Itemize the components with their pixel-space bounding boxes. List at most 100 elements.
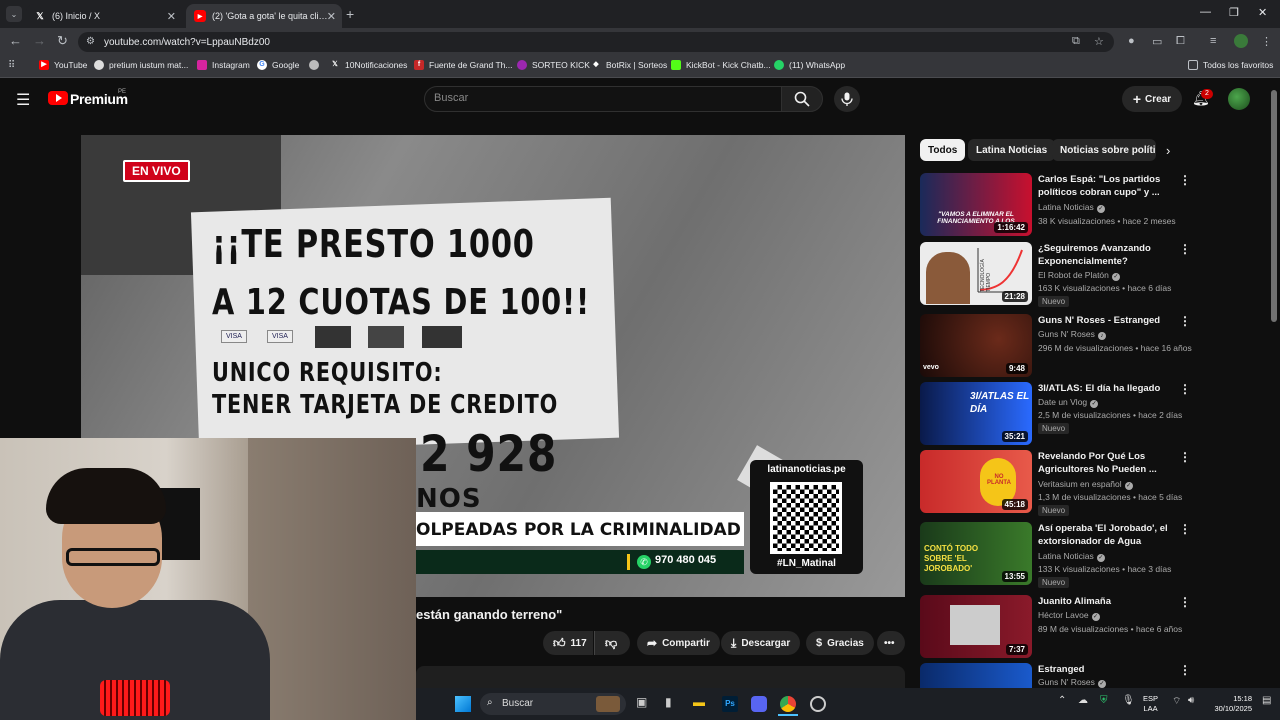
recommendation-title[interactable]: Guns N' Roses - Estranged bbox=[1038, 314, 1168, 327]
bookmark-star-icon[interactable]: ☆ bbox=[1094, 35, 1104, 48]
close-icon[interactable]: ✕ bbox=[327, 10, 336, 23]
language-indicator[interactable]: ESP LAA bbox=[1143, 694, 1158, 714]
chip-politics[interactable]: Noticias sobre política bbox=[1052, 139, 1156, 161]
more-vert-icon[interactable]: ⋮ bbox=[1179, 450, 1191, 464]
more-vert-icon[interactable]: ⋮ bbox=[1179, 522, 1191, 536]
recommendation-item[interactable]: CONTÓ TODO SOBRE 'EL JOROBADO' 13:55 Así… bbox=[920, 522, 1270, 588]
app-icon[interactable]: ▮ bbox=[665, 695, 672, 709]
photoshop-icon[interactable]: Ps bbox=[722, 696, 738, 712]
file-explorer-icon[interactable]: ▬ bbox=[693, 695, 705, 709]
cloud-icon[interactable]: ☁ bbox=[1078, 695, 1088, 706]
extension-icon[interactable]: ● bbox=[1128, 35, 1135, 47]
recommendation-item[interactable]: Estranged Guns N' Roses ✓ ⋮ bbox=[920, 663, 1270, 688]
channel-name[interactable]: Veritasium en español ✓ bbox=[1038, 479, 1133, 490]
share-button[interactable]: ➦ Compartir bbox=[637, 631, 720, 655]
tab-x[interactable]: 𝕏 (6) Inicio / X ✕ bbox=[26, 4, 182, 28]
search-input[interactable] bbox=[424, 86, 782, 112]
network-icon[interactable]: ⌔ bbox=[1172, 695, 1181, 708]
video-thumbnail[interactable]: vevo 9:48 bbox=[920, 314, 1032, 377]
thanks-button[interactable]: $ Gracias bbox=[806, 631, 874, 655]
channel-name[interactable]: Date un Vlog ✓ bbox=[1038, 397, 1099, 408]
like-button[interactable]: 👍︎ 117 bbox=[543, 631, 593, 655]
chevron-up-icon[interactable]: ⌃ bbox=[1058, 695, 1066, 706]
restore-button[interactable]: ❐ bbox=[1229, 6, 1239, 19]
back-button[interactable]: ← bbox=[9, 33, 22, 48]
reload-button[interactable]: ↻ bbox=[57, 33, 68, 49]
page-scrollbar[interactable] bbox=[1271, 90, 1277, 322]
chrome-icon[interactable] bbox=[780, 696, 796, 712]
cast-icon[interactable]: ⧉ bbox=[1072, 35, 1080, 48]
bookmark-botrix[interactable]: ◆ BotRix | Sorteos bbox=[591, 60, 667, 70]
task-view-icon[interactable]: ▣ bbox=[636, 695, 647, 709]
channel-name[interactable]: Latina Noticias ✓ bbox=[1038, 202, 1105, 213]
recommendation-item[interactable]: "VAMOS A ELIMINAR EL FINANCIAMIENTO A LO… bbox=[920, 173, 1270, 237]
more-vert-icon[interactable]: ⋮ bbox=[1179, 663, 1191, 677]
recommendation-title[interactable]: Así operaba 'El Jorobado', el extorsiona… bbox=[1038, 522, 1168, 549]
all-bookmarks[interactable]: Todos los favoritos bbox=[1188, 60, 1273, 70]
description-box[interactable] bbox=[416, 666, 905, 690]
bookmark-instagram[interactable]: Instagram bbox=[197, 60, 250, 70]
url-text[interactable]: youtube.com/watch?v=LppauNBdz00 bbox=[104, 37, 270, 48]
bookmark-sorteo-kick[interactable]: SORTEO KICK bbox=[517, 60, 590, 70]
extensions-puzzle-icon[interactable]: ⧠ bbox=[1176, 35, 1185, 48]
system-clock[interactable]: 15:18 30/10/2025 bbox=[1206, 694, 1252, 714]
tab-search-icon[interactable]: ⌄ bbox=[6, 6, 22, 22]
bookmark-globe[interactable] bbox=[309, 60, 324, 70]
site-info-icon[interactable]: ⚙ bbox=[86, 36, 95, 47]
bookmark-kickbot[interactable]: KickBot - Kick Chatb... bbox=[671, 60, 771, 70]
more-vert-icon[interactable]: ⋮ bbox=[1179, 595, 1191, 609]
extension-icon[interactable]: ▭ bbox=[1152, 35, 1162, 48]
recommendation-title[interactable]: Juanito Alimaña bbox=[1038, 595, 1168, 608]
guide-menu-icon[interactable]: ☰ bbox=[16, 90, 30, 110]
more-vert-icon[interactable]: ⋮ bbox=[1179, 173, 1191, 187]
more-vert-icon[interactable]: ⋮ bbox=[1179, 314, 1191, 328]
video-thumbnail[interactable]: 3I/ATLAS EL DÍA 35:21 bbox=[920, 382, 1032, 445]
forward-button[interactable]: → bbox=[33, 33, 46, 48]
recommendation-item[interactable]: TECNOLOGÍA TIEMPO 21:28 ¿Seguiremos Avan… bbox=[920, 242, 1270, 307]
recommendation-item[interactable]: 7:37 Juanito Alimaña Héctor Lavoe ✓ 89 M … bbox=[920, 595, 1270, 659]
voice-search-button[interactable] bbox=[834, 86, 860, 112]
apps-icon[interactable]: ⠿ bbox=[8, 60, 15, 71]
more-vert-icon[interactable]: ⋮ bbox=[1179, 242, 1191, 256]
reading-list-icon[interactable]: ≡ bbox=[1210, 35, 1216, 47]
chip-all[interactable]: Todos bbox=[920, 139, 966, 161]
video-thumbnail[interactable] bbox=[920, 663, 1032, 688]
chip-latina-noticias[interactable]: Latina Noticias bbox=[968, 139, 1056, 161]
minimize-button[interactable]: — bbox=[1200, 6, 1211, 18]
app-icon[interactable] bbox=[810, 696, 826, 712]
bookmark-10notificaciones[interactable]: 𝕏 10Notificaciones bbox=[330, 60, 407, 70]
microphone-icon[interactable]: 🎙︎ bbox=[1122, 695, 1135, 706]
recommendation-item[interactable]: vevo 9:48 Guns N' Roses - Estranged Guns… bbox=[920, 314, 1270, 378]
notification-center-icon[interactable]: ▤ bbox=[1262, 695, 1271, 706]
dislike-button[interactable]: 👎︎ bbox=[594, 631, 630, 655]
channel-name[interactable]: Guns N' Roses ♪ bbox=[1038, 329, 1106, 340]
bookmark-google[interactable]: G Google bbox=[257, 60, 299, 70]
channel-name[interactable]: Latina Noticias ✓ bbox=[1038, 551, 1105, 562]
bookmark-grand-theft[interactable]: f Fuente de Grand Th... bbox=[414, 60, 512, 70]
video-thumbnail[interactable]: "VAMOS A ELIMINAR EL FINANCIAMIENTO A LO… bbox=[920, 173, 1032, 236]
download-button[interactable]: ⤓ Descargar bbox=[721, 631, 801, 655]
menu-icon[interactable]: ⋮ bbox=[1261, 35, 1272, 48]
more-vert-icon[interactable]: ⋮ bbox=[1179, 382, 1191, 396]
video-thumbnail[interactable]: NO PLANTA 45:18 bbox=[920, 450, 1032, 513]
close-window-button[interactable]: ✕ bbox=[1258, 6, 1267, 19]
create-button[interactable]: + Crear bbox=[1122, 86, 1182, 112]
youtube-logo[interactable] bbox=[48, 91, 68, 105]
bookmark-youtube[interactable]: ▶ YouTube bbox=[39, 60, 87, 70]
video-thumbnail[interactable]: CONTÓ TODO SOBRE 'EL JOROBADO' 13:55 bbox=[920, 522, 1032, 585]
recommendation-title[interactable]: Estranged bbox=[1038, 663, 1168, 676]
channel-name[interactable]: Héctor Lavoe ✓ bbox=[1038, 610, 1100, 621]
recommendation-title[interactable]: ¿Seguiremos Avanzando Exponencialmente? bbox=[1038, 242, 1168, 268]
recommendation-item[interactable]: NO PLANTA 45:18 Revelando Por Qué Los Ag… bbox=[920, 450, 1270, 516]
recommendation-title[interactable]: 3I/ATLAS: El día ha llegado bbox=[1038, 382, 1168, 395]
video-thumbnail[interactable]: 7:37 bbox=[920, 595, 1032, 658]
volume-icon[interactable]: 🔊︎ bbox=[1188, 695, 1194, 706]
recommendation-item[interactable]: 3I/ATLAS EL DÍA 35:21 3I/ATLAS: El día h… bbox=[920, 382, 1270, 446]
windows-start-icon[interactable] bbox=[455, 696, 471, 712]
new-tab-button[interactable]: + bbox=[346, 6, 354, 22]
bookmark-pretium[interactable]: pretium iustum mat... bbox=[94, 60, 188, 70]
recommendation-title[interactable]: Carlos Espá: "Los partidos políticos cob… bbox=[1038, 173, 1168, 199]
profile-avatar[interactable] bbox=[1234, 34, 1248, 48]
more-actions-button[interactable]: ••• bbox=[877, 631, 905, 655]
video-thumbnail[interactable]: TECNOLOGÍA TIEMPO 21:28 bbox=[920, 242, 1032, 305]
